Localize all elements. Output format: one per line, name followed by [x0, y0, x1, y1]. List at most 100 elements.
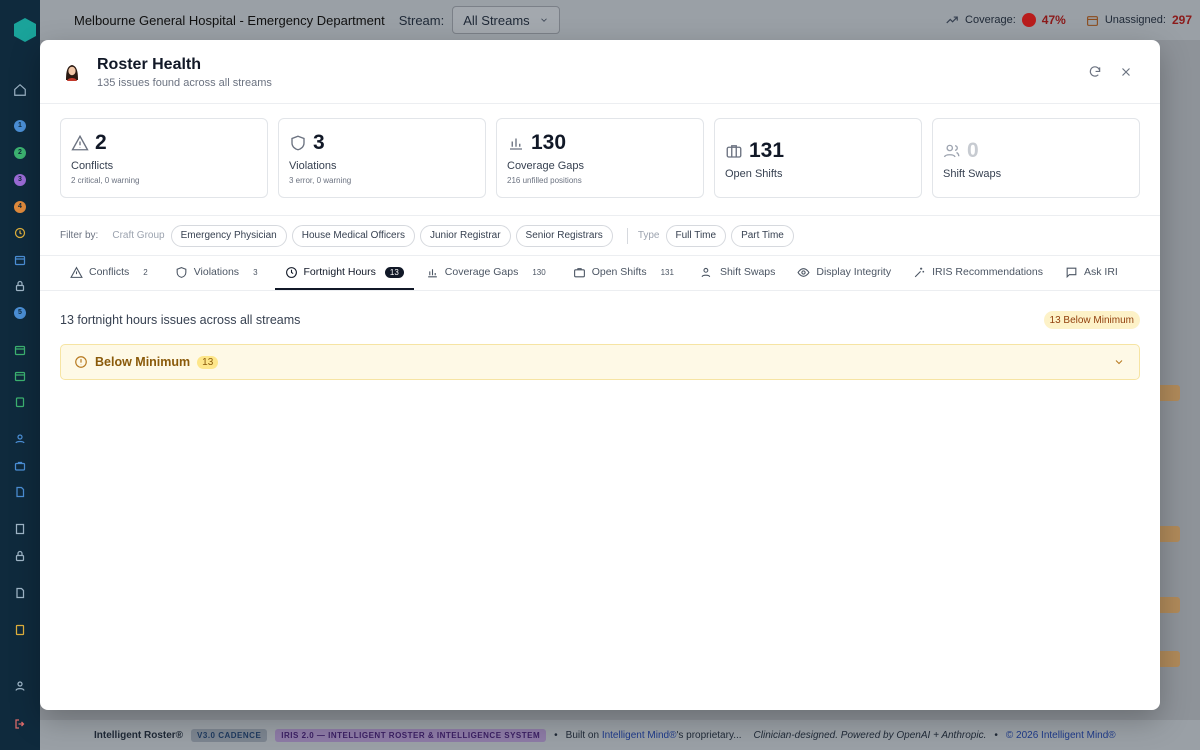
- lock-icon[interactable]: [10, 276, 30, 296]
- filter-chip-emergency-physician[interactable]: Emergency Physician: [170, 224, 287, 247]
- top-bar: Melbourne General Hospital - Emergency D…: [40, 0, 1200, 40]
- modal-title: Roster Health: [97, 56, 202, 73]
- logout-icon[interactable]: [10, 714, 30, 734]
- tab-violations[interactable]: Violations 3: [165, 256, 273, 290]
- users-icon: [943, 144, 960, 158]
- roster-health-modal: Roster Health 135 issues found across al…: [40, 40, 1160, 710]
- tab-label: IRIS Recommendations: [932, 266, 1043, 278]
- tab-coverage-gaps[interactable]: Coverage Gaps 130: [416, 256, 561, 290]
- alert-circle-icon: [75, 356, 87, 368]
- chevron-down-icon: [1115, 360, 1123, 365]
- stat-label: Coverage Gaps: [507, 160, 585, 172]
- close-icon: [1122, 68, 1130, 76]
- eye-icon: [797, 267, 810, 277]
- type-label: Type: [637, 230, 660, 241]
- tab-conflicts[interactable]: Conflicts 2: [60, 256, 163, 290]
- stat-label: Conflicts: [71, 160, 114, 172]
- stat-desc: 2 critical, 0 warning: [71, 176, 140, 185]
- stat-top: 3: [289, 131, 325, 155]
- unassigned-indicator: Unassigned: 297: [1086, 13, 1192, 27]
- briefcase-icon[interactable]: [10, 456, 30, 476]
- unassigned-value: 297: [1171, 13, 1192, 27]
- clock-icon[interactable]: [10, 223, 30, 243]
- rail-step-3[interactable]: 3: [10, 170, 30, 190]
- warning-triangle-icon: [71, 134, 89, 151]
- team-icon[interactable]: [10, 429, 30, 449]
- footer-separator: •: [994, 729, 998, 741]
- group-title: Below Minimum: [95, 355, 191, 369]
- stream-select[interactable]: All Streams: [452, 6, 561, 34]
- tab-label: Display Integrity: [816, 266, 892, 278]
- building-icon[interactable]: [10, 519, 30, 539]
- tab-shift-swaps[interactable]: Shift Swaps: [691, 256, 785, 290]
- below-minimum-group[interactable]: Below Minimum 13: [60, 344, 1140, 380]
- issues-summary: 13 fortnight hours issues across all str…: [60, 313, 301, 327]
- stat-value: 2: [95, 131, 107, 154]
- rail-step-1[interactable]: 1: [10, 116, 30, 136]
- footer: Intelligent Roster® V3.0 CADENCE IRIS 2.…: [40, 720, 1200, 750]
- tab-bar: Conflicts 2 Violations 3 Fortnight Hours…: [40, 255, 1160, 291]
- stat-label: Violations: [289, 160, 337, 172]
- avatar: [62, 62, 82, 82]
- filter-chip-full-time[interactable]: Full Time: [665, 224, 727, 247]
- rail-step-5[interactable]: 5: [10, 303, 30, 323]
- tab-count: 2: [143, 267, 148, 277]
- modal-header: Roster Health 135 issues found across al…: [40, 40, 1160, 104]
- lock-icon[interactable]: [10, 546, 30, 566]
- stat-top: 2: [71, 131, 107, 155]
- file-icon[interactable]: [10, 583, 30, 603]
- clipboard-icon[interactable]: [10, 392, 30, 412]
- tab-iris-recommendations[interactable]: IRIS Recommendations: [903, 256, 1053, 290]
- tab-open-shifts[interactable]: Open Shifts 131: [563, 256, 689, 290]
- notebook-icon[interactable]: [10, 620, 30, 640]
- footer-copyright[interactable]: © 2026 Intelligent Mind®: [1006, 730, 1116, 741]
- briefcase-icon: [573, 267, 585, 277]
- rail-step-4[interactable]: 4: [10, 197, 30, 217]
- stat-card-conflicts[interactable]: 2 Conflicts 2 critical, 0 warning: [60, 118, 268, 198]
- footer-built-link[interactable]: Intelligent Mind®: [602, 730, 677, 741]
- home-icon[interactable]: [10, 80, 30, 100]
- chevron-down-icon: [541, 18, 548, 22]
- close-button[interactable]: [1116, 62, 1136, 82]
- document-icon[interactable]: [10, 482, 30, 502]
- coverage-label: Coverage:: [965, 14, 1016, 26]
- trend-icon: [946, 16, 958, 24]
- below-minimum-badge: 13 Below Minimum: [1043, 311, 1140, 329]
- tab-fortnight-hours[interactable]: Fortnight Hours 13: [274, 256, 414, 290]
- user-icon[interactable]: [10, 676, 30, 696]
- modal-subtitle: 135 issues found across all streams: [97, 77, 272, 89]
- bar-chart-icon: [427, 268, 437, 277]
- stat-card-violations[interactable]: 3 Violations 3 error, 0 warning: [278, 118, 486, 198]
- tab-display-integrity[interactable]: Display Integrity: [787, 256, 901, 290]
- filter-chip-junior-registrar[interactable]: Junior Registrar: [419, 224, 511, 247]
- unassigned-label: Unassigned:: [1104, 14, 1166, 26]
- stat-card-shift-swaps[interactable]: 0 Shift Swaps: [932, 118, 1140, 198]
- filter-chip-senior-registrars[interactable]: Senior Registrars: [515, 224, 613, 247]
- chat-icon: [1066, 267, 1077, 278]
- rail-step-2[interactable]: 2: [10, 143, 30, 163]
- coverage-indicator: Coverage: 47%: [945, 13, 1066, 27]
- tab-label: Open Shifts: [591, 266, 647, 278]
- tab-ask-iris[interactable]: Ask IRI: [1055, 256, 1128, 290]
- sparkle-icon: [914, 267, 925, 277]
- tab-count: 3: [253, 267, 258, 277]
- filter-chip-house-medical-officers[interactable]: House Medical Officers: [291, 224, 415, 247]
- stream-select-value: All Streams: [463, 12, 530, 28]
- calendar-icon[interactable]: [10, 250, 30, 270]
- filter-chip-part-time[interactable]: Part Time: [731, 224, 794, 247]
- tab-count: 13: [384, 266, 404, 278]
- filter-divider: [626, 227, 628, 244]
- calendar-check-icon[interactable]: [10, 340, 30, 360]
- filter-row: Filter by: Craft Group Emergency Physici…: [40, 215, 1160, 255]
- stat-desc: 216 unfilled positions: [507, 176, 582, 185]
- footer-brand: Intelligent Roster®: [94, 729, 184, 741]
- refresh-button[interactable]: [1085, 62, 1105, 82]
- stat-card-open-shifts[interactable]: 131 Open Shifts: [714, 118, 922, 198]
- clock-icon: [285, 266, 297, 278]
- calendar-icon[interactable]: [10, 366, 30, 386]
- coverage-status-dot: [1021, 13, 1036, 27]
- stat-card-coverage-gaps[interactable]: 130 Coverage Gaps 216 unfilled positions: [496, 118, 704, 198]
- tab-label: Shift Swaps: [719, 266, 776, 278]
- footer-separator: •: [554, 729, 558, 741]
- stat-value: 130: [531, 131, 567, 154]
